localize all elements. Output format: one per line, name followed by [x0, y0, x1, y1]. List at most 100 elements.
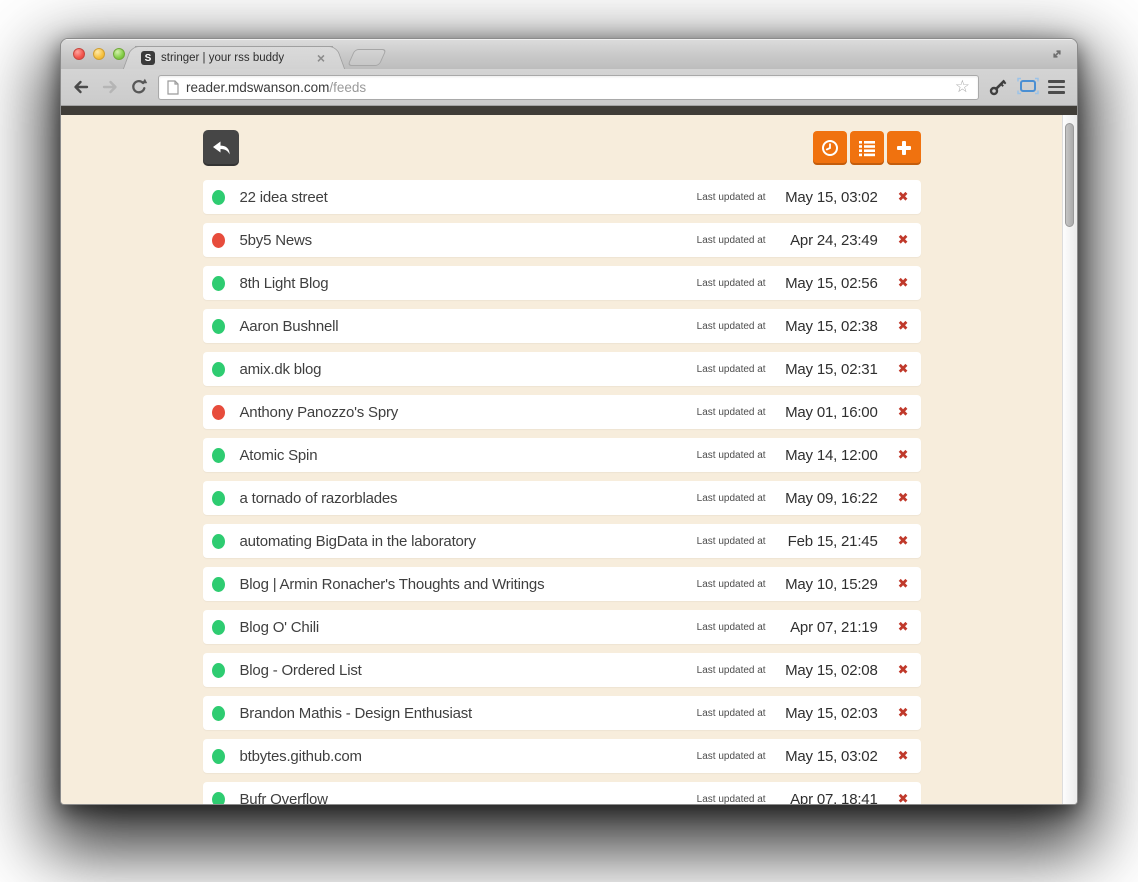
last-updated-date: May 09, 16:22 — [785, 489, 878, 507]
reply-arrow-icon — [212, 141, 230, 155]
feed-row: btbytes.github.com Last updated at May 1… — [202, 739, 921, 773]
list-icon — [858, 141, 875, 157]
new-tab-button[interactable] — [347, 49, 387, 66]
app-toolbar — [202, 130, 921, 166]
last-updated-date: Apr 07, 21:19 — [790, 618, 878, 636]
feed-list: 22 idea street Last updated at May 15, 0… — [202, 180, 921, 805]
key-extension-icon[interactable] — [988, 77, 1008, 97]
add-feed-button[interactable] — [886, 131, 921, 165]
feed-row: Blog | Armin Ronacher's Thoughts and Wri… — [202, 567, 921, 601]
delete-feed-button[interactable]: ✖ — [898, 793, 909, 805]
delete-feed-button[interactable]: ✖ — [898, 750, 909, 763]
last-updated-date: May 15, 02:03 — [785, 704, 878, 722]
feed-name: automating BigData in the laboratory — [239, 532, 476, 550]
feed-status-dot — [211, 404, 225, 420]
feed-status-dot — [211, 748, 225, 764]
last-updated-date: Feb 15, 21:45 — [787, 532, 878, 550]
clock-icon — [821, 140, 838, 156]
feed-name: Blog O' Chili — [239, 618, 320, 636]
last-updated-label: Last updated at — [696, 621, 766, 633]
feed-status-dot — [211, 619, 225, 635]
feed-status-dot — [211, 533, 225, 549]
zoom-window-button[interactable] — [113, 48, 125, 60]
feed-name: Aaron Bushnell — [239, 317, 339, 335]
delete-feed-button[interactable]: ✖ — [898, 406, 909, 419]
delete-feed-button[interactable]: ✖ — [898, 492, 909, 505]
feed-status-dot — [211, 447, 225, 463]
delete-feed-button[interactable]: ✖ — [898, 363, 909, 376]
page-icon — [167, 79, 179, 95]
feed-row: Blog O' Chili Last updated at Apr 07, 21… — [202, 610, 921, 644]
last-updated-label: Last updated at — [696, 449, 766, 461]
close-window-button[interactable] — [73, 48, 85, 60]
last-updated-label: Last updated at — [696, 406, 766, 418]
feed-row: Anthony Panozzo's Spry Last updated at M… — [202, 395, 921, 429]
feed-name: amix.dk blog — [239, 360, 322, 378]
delete-feed-button[interactable]: ✖ — [898, 707, 909, 720]
delete-feed-button[interactable]: ✖ — [898, 578, 909, 591]
plus-icon — [896, 141, 911, 155]
delete-feed-button[interactable]: ✖ — [898, 191, 909, 204]
feed-status-dot — [211, 662, 225, 678]
browser-window: S stringer | your rss buddy × reader.mds… — [60, 38, 1078, 805]
last-updated-label: Last updated at — [696, 277, 766, 289]
feed-name: Anthony Panozzo's Spry — [239, 403, 399, 421]
fullscreen-icon[interactable] — [1050, 47, 1064, 66]
page-scrollbar[interactable] — [1062, 115, 1077, 804]
feed-row: 22 idea street Last updated at May 15, 0… — [202, 180, 921, 214]
feed-row: Atomic Spin Last updated at May 14, 12:0… — [202, 438, 921, 472]
bookmark-star-icon[interactable]: ☆ — [955, 78, 970, 96]
feed-status-dot — [211, 490, 225, 506]
feed-name: 22 idea street — [239, 188, 328, 206]
forward-icon[interactable] — [100, 77, 120, 97]
delete-feed-button[interactable]: ✖ — [898, 449, 909, 462]
browser-tab[interactable]: S stringer | your rss buddy × — [135, 46, 333, 69]
feed-status-dot — [211, 791, 225, 804]
menu-icon[interactable] — [1046, 78, 1067, 96]
feed-row: automating BigData in the laboratory Las… — [202, 524, 921, 558]
last-updated-label: Last updated at — [696, 707, 766, 719]
reload-icon[interactable] — [129, 77, 149, 97]
minimize-window-button[interactable] — [93, 48, 105, 60]
delete-feed-button[interactable]: ✖ — [898, 277, 909, 290]
traffic-lights — [73, 48, 125, 60]
feed-name: Blog - Ordered List — [239, 661, 362, 679]
titlebar[interactable]: S stringer | your rss buddy × — [61, 39, 1077, 69]
last-updated-date: May 15, 02:08 — [785, 661, 878, 679]
last-updated-label: Last updated at — [696, 492, 766, 504]
last-updated-label: Last updated at — [696, 750, 766, 762]
feed-row: Bufr Overflow Last updated at Apr 07, 18… — [202, 782, 921, 805]
delete-feed-button[interactable]: ✖ — [898, 234, 909, 247]
url-path: /feeds — [329, 79, 367, 95]
selection-extension-icon[interactable] — [1017, 77, 1039, 97]
tab-close-icon[interactable]: × — [315, 51, 327, 65]
last-updated-date: May 15, 02:56 — [785, 274, 878, 292]
recently-read-button[interactable] — [812, 131, 847, 165]
feed-status-dot — [211, 275, 225, 291]
delete-feed-button[interactable]: ✖ — [898, 320, 909, 333]
feed-name: btbytes.github.com — [239, 747, 363, 765]
browser-toolbar: reader.mdswanson.com/feeds ☆ — [61, 69, 1077, 106]
feed-status-dot — [211, 576, 225, 592]
last-updated-date: May 14, 12:00 — [785, 446, 878, 464]
delete-feed-button[interactable]: ✖ — [898, 664, 909, 677]
last-updated-date: May 10, 15:29 — [785, 575, 878, 593]
delete-feed-button[interactable]: ✖ — [898, 621, 909, 634]
delete-feed-button[interactable]: ✖ — [898, 535, 909, 548]
scrollbar-thumb[interactable] — [1065, 123, 1074, 227]
feed-status-dot — [211, 361, 225, 377]
back-icon[interactable] — [71, 77, 91, 97]
feed-name: 5by5 News — [239, 231, 313, 249]
feed-row: a tornado of razorblades Last updated at… — [202, 481, 921, 515]
last-updated-label: Last updated at — [696, 793, 766, 805]
feed-status-dot — [211, 318, 225, 334]
last-updated-label: Last updated at — [696, 234, 766, 246]
url-bar[interactable]: reader.mdswanson.com/feeds ☆ — [158, 74, 979, 100]
last-updated-label: Last updated at — [696, 664, 766, 676]
last-updated-date: Apr 24, 23:49 — [790, 231, 878, 249]
feed-name: Blog | Armin Ronacher's Thoughts and Wri… — [239, 575, 545, 593]
url-text: reader.mdswanson.com/feeds — [186, 80, 366, 95]
feed-list-button[interactable] — [849, 131, 884, 165]
feed-row: amix.dk blog Last updated at May 15, 02:… — [202, 352, 921, 386]
back-to-reader-button[interactable] — [202, 130, 239, 166]
